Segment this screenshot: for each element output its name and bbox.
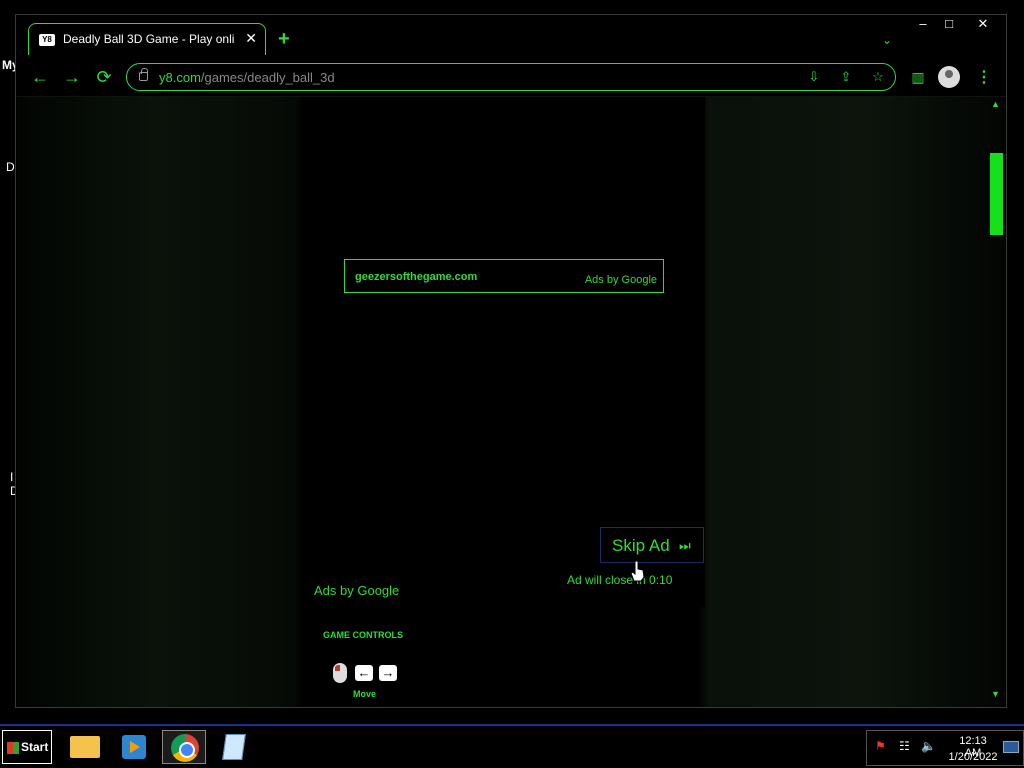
taskbar-notepad[interactable] — [212, 730, 256, 764]
mouse-icon — [333, 663, 347, 683]
tab-search-chevron-icon[interactable]: ⌄ — [882, 33, 892, 47]
start-button[interactable]: Start — [2, 730, 52, 764]
forward-button[interactable]: → — [60, 67, 84, 87]
right-arrow-key-icon: → — [379, 665, 397, 681]
close-window-button[interactable]: ✕ — [970, 15, 996, 33]
volume-icon[interactable]: 🔈 — [921, 739, 936, 753]
desktop-icon-label[interactable]: D — [6, 160, 15, 174]
y8-favicon-icon: Y8 — [39, 34, 55, 46]
skip-ad-label: Skip Ad — [612, 536, 670, 555]
new-tab-button[interactable]: + — [278, 29, 290, 49]
tab-strip: Y8 Deadly Ball 3D Game - Play online ✕ +… — [16, 15, 1006, 61]
install-app-icon[interactable]: ⇩ — [805, 69, 823, 85]
back-button[interactable]: ← — [28, 67, 52, 87]
media-player-icon — [122, 735, 146, 759]
tab-active[interactable]: Y8 Deadly Ball 3D Game - Play online ✕ — [28, 23, 266, 55]
show-desktop-icon[interactable] — [1003, 741, 1019, 753]
clock-date[interactable]: 1/20/2022 — [947, 751, 999, 763]
left-arrow-key-icon: ← — [355, 665, 373, 681]
tab-close-icon[interactable]: ✕ — [245, 30, 257, 46]
windows-logo-icon — [7, 741, 19, 754]
notepad-icon — [222, 734, 246, 760]
ad-banner[interactable]: geezersofthegame.com Ads by Google — [344, 259, 664, 293]
ads-by-google-label[interactable]: Ads by Google — [585, 274, 657, 286]
action-center-flag-icon[interactable]: ⚑ — [875, 739, 886, 753]
url-path: /games/deadly_ball_3d — [200, 70, 335, 85]
hand-cursor-icon — [630, 560, 645, 582]
start-label: Start — [21, 740, 49, 754]
ad-overlay: geezersofthegame.com Ads by Google Skip … — [305, 97, 705, 607]
scrollbar-thumb[interactable] — [990, 153, 1003, 235]
scroll-down-arrow-icon[interactable]: ▼ — [991, 689, 1000, 699]
system-tray: ⚑ ☷ 🔈 12:13 AM 1/20/2022 — [866, 730, 1024, 766]
menu-kebab-icon[interactable]: ⋮ — [976, 67, 992, 87]
taskbar: Start ⚑ ☷ 🔈 12:13 AM 1/20/2022 — [0, 724, 1024, 768]
lock-icon[interactable] — [139, 68, 148, 81]
maximize-button[interactable]: □ — [936, 15, 962, 33]
tab-title: Deadly Ball 3D Game - Play online — [63, 32, 235, 46]
url-text[interactable]: y8.com/games/deadly_ball_3d — [159, 70, 335, 85]
taskbar-file-explorer[interactable] — [62, 730, 106, 764]
page-content: geezersofthegame.com Ads by Google Skip … — [17, 97, 1005, 707]
address-bar[interactable]: y8.com/games/deadly_ball_3d ⇩ ⇪ ☆ — [126, 63, 896, 91]
side-panel-icon[interactable]: ▥ — [907, 69, 929, 86]
share-icon[interactable]: ⇪ — [837, 69, 855, 85]
ad-domain-link[interactable]: geezersofthegame.com — [355, 271, 477, 283]
browser-toolbar: ← → ⟳ y8.com/games/deadly_ball_3d ⇩ ⇪ ☆ … — [16, 61, 1006, 97]
bookmark-star-icon[interactable]: ☆ — [869, 69, 887, 85]
chrome-icon — [171, 734, 199, 762]
minimize-button[interactable]: – — [910, 15, 936, 33]
desktop-icon-label[interactable]: I — [10, 470, 13, 484]
browser-window: Y8 Deadly Ball 3D Game - Play online ✕ +… — [15, 14, 1007, 708]
network-icon[interactable]: ☷ — [899, 739, 910, 753]
skip-next-icon: ⏭ — [679, 538, 691, 553]
taskbar-media-player[interactable] — [112, 730, 156, 764]
move-label: Move — [353, 689, 377, 699]
reload-button[interactable]: ⟳ — [92, 67, 116, 87]
taskbar-chrome[interactable] — [162, 730, 206, 764]
profile-avatar[interactable] — [938, 66, 960, 88]
ads-by-google-footer[interactable]: Ads by Google — [314, 583, 399, 598]
scroll-up-arrow-icon[interactable]: ▲ — [991, 99, 1000, 109]
skip-ad-button[interactable]: Skip Ad ⏭ — [600, 527, 704, 563]
game-controls-title: GAME CONTROLS — [323, 630, 403, 640]
ad-countdown: Ad will close in 0:10 — [567, 573, 673, 587]
folder-icon — [70, 736, 100, 758]
url-host: y8.com — [159, 70, 201, 85]
